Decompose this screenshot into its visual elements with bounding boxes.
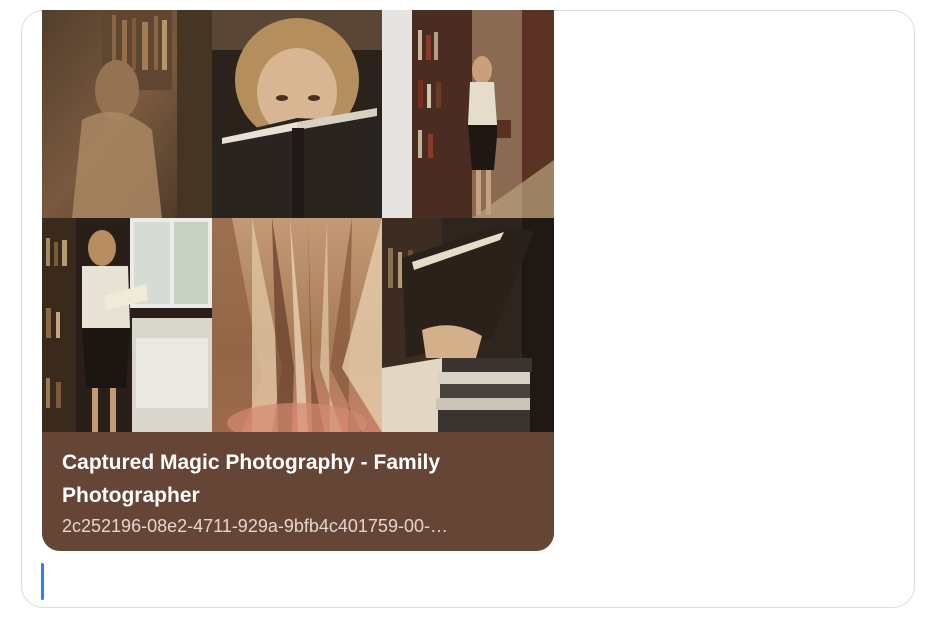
text-cursor [41,563,44,600]
link-preview-title: Captured Magic Photography - Family Phot… [62,451,441,507]
photo-woman-reading-by-window [42,218,212,432]
photo-woman-browsing-library [382,10,554,218]
photo-woman-peeking-over-book [212,10,382,218]
link-preview-subtitle: 2c252196-08e2-4711-929a-9bfb4c401759-00-… [62,516,448,536]
photo-woman-reading-shelves [42,10,212,218]
photo-grid [42,10,554,432]
link-preview-caption: Captured Magic Photography - Family Phot… [42,432,554,551]
link-preview-card[interactable]: Captured Magic Photography - Family Phot… [42,10,554,551]
photo-book-pages-closeup [212,218,382,432]
photo-hands-holding-book-stack [382,218,554,432]
